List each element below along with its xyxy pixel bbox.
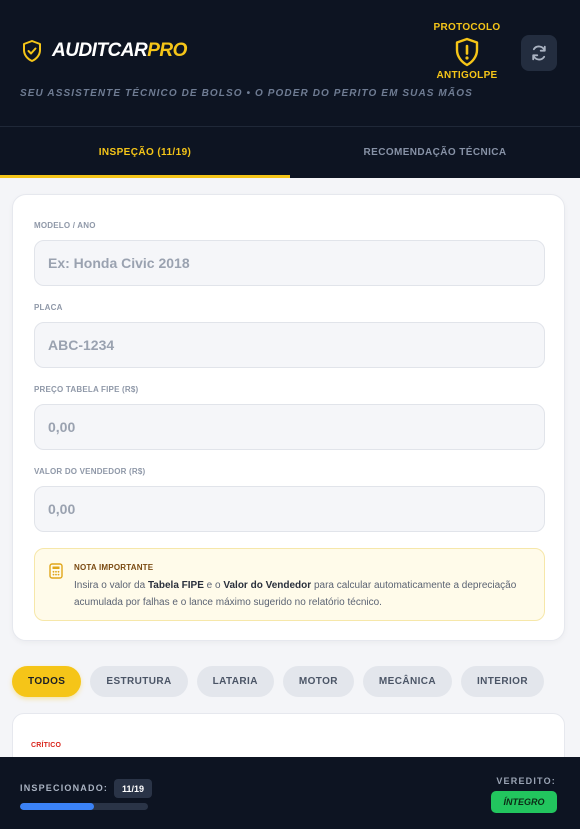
refresh-button[interactable] — [521, 35, 557, 71]
calculator-icon — [49, 563, 63, 579]
inspected-label: INSPECIONADO: — [20, 783, 109, 793]
severity-badge: CRÍTICO — [31, 742, 62, 749]
valor-vendedor-label: VALOR DO VENDEDOR (R$) — [34, 467, 146, 476]
status-footer: INSPECIONADO: 11/19 VEREDITO: ÍNTEGRO — [0, 757, 580, 829]
filter-mecanica[interactable]: MECÂNICA — [362, 666, 452, 697]
tagline: SEU ASSISTENTE TÉCNICO DE BOLSO • O PODE… — [20, 88, 473, 99]
app-root: AUDITCARPRO SEU ASSISTENTE TÉCNICO DE BO… — [0, 0, 580, 829]
placa-input[interactable] — [34, 322, 545, 368]
protocol-antigolpe[interactable]: PROTOCOLO ANTIGOLPE — [428, 22, 506, 81]
filter-motor[interactable]: MOTOR — [282, 666, 354, 697]
tab-recomendacao-tecnica[interactable]: RECOMENDAÇÃO TÉCNICA — [290, 127, 580, 178]
valor-vendedor-input[interactable] — [34, 486, 545, 532]
note-bold-fipe: Tabela FIPE — [147, 580, 204, 591]
modelo-label: MODELO / ANO — [34, 221, 96, 230]
vehicle-info-card: MODELO / ANO PLACA PREÇO TABELA FIPE (R$… — [12, 194, 565, 641]
shield-check-icon — [23, 40, 41, 62]
preco-fipe-label: PREÇO TABELA FIPE (R$) — [34, 385, 139, 394]
filter-estrutura[interactable]: ESTRUTURA — [90, 666, 188, 697]
protocol-bottom-label: ANTIGOLPE — [436, 70, 498, 81]
brand-accent: PRO — [147, 40, 187, 61]
placa-label: PLACA — [34, 303, 63, 312]
protocol-top-label: PROTOCOLO — [433, 22, 501, 33]
brand-name: AUDITCARPRO — [52, 40, 187, 62]
inspection-progress-bar — [20, 803, 148, 810]
brand-logo: AUDITCARPRO — [22, 40, 187, 62]
filter-lataria[interactable]: LATARIA — [196, 666, 274, 697]
main-tabs: INSPEÇÃO (11/19) RECOMENDAÇÃO TÉCNICA — [0, 126, 580, 178]
verdict-label: VEREDITO: — [496, 776, 556, 786]
refresh-icon — [532, 45, 546, 61]
note-title: NOTA IMPORTANTE — [74, 563, 154, 572]
important-note: NOTA IMPORTANTE Insira o valor da Tabela… — [34, 548, 545, 621]
note-bold-vendedor: Valor do Vendedor — [223, 580, 312, 591]
app-header: AUDITCARPRO SEU ASSISTENTE TÉCNICO DE BO… — [0, 0, 580, 126]
modelo-input[interactable] — [34, 240, 545, 286]
filter-todos[interactable]: TODOS — [12, 666, 82, 697]
filter-interior[interactable]: INTERIOR — [461, 666, 544, 697]
verdict-badge: ÍNTEGRO — [491, 791, 557, 813]
brand-main: AUDITCAR — [52, 40, 148, 61]
tab-inspecao[interactable]: INSPEÇÃO (11/19) — [0, 127, 290, 178]
preco-fipe-input[interactable] — [34, 404, 545, 450]
shield-alert-icon — [455, 37, 479, 67]
progress-fill — [20, 803, 95, 810]
category-filters: TODOS ESTRUTURA LATARIA MOTOR MECÂNICA I… — [12, 666, 553, 697]
inspected-count: 11/19 — [114, 779, 152, 798]
note-text: Insira o valor da Tabela FIPE e o Valor … — [74, 580, 517, 608]
